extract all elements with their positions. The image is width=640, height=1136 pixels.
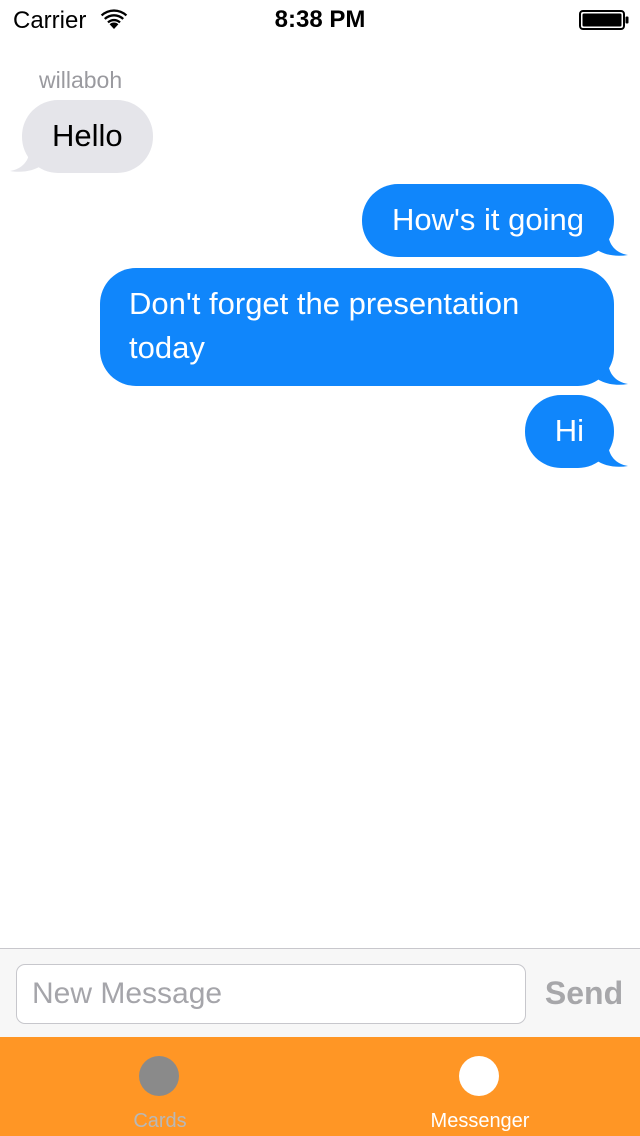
- message-bubble-outgoing[interactable]: How's it going: [361, 184, 628, 257]
- tab-label: Messenger: [430, 1110, 530, 1132]
- bubble-body: Hello: [22, 100, 153, 173]
- message-text: How's it going: [391, 202, 584, 237]
- bubble-body: Don't forget the presentation today: [100, 268, 614, 386]
- battery-icon: [579, 10, 629, 30]
- message-text: Hello: [52, 118, 123, 153]
- message-bubble-outgoing[interactable]: Hi: [524, 395, 628, 468]
- message-composer: Send: [0, 948, 640, 1037]
- circle-icon: [139, 1056, 179, 1096]
- sender-name: willaboh: [39, 67, 123, 93]
- circle-icon: [459, 1056, 499, 1096]
- message-text: Don't forget the presentation today: [129, 286, 520, 365]
- bubble-body: Hi: [524, 395, 614, 468]
- message-input[interactable]: [16, 964, 526, 1024]
- tab-cards[interactable]: Cards: [0, 1037, 320, 1136]
- message-bubble-outgoing[interactable]: Don't forget the presentation today: [100, 268, 628, 386]
- tab-bar: Cards Messenger: [0, 1037, 640, 1136]
- status-bar: Carrier 8:38 PM: [0, 0, 640, 40]
- send-button[interactable]: Send: [536, 967, 632, 1019]
- message-text: Hi: [554, 413, 584, 448]
- message-bubble-incoming[interactable]: Hello: [10, 100, 153, 173]
- tab-messenger[interactable]: Messenger: [320, 1037, 640, 1136]
- tab-label: Cards: [133, 1110, 187, 1132]
- bubble-body: How's it going: [361, 184, 614, 257]
- clock: 8:38 PM: [274, 6, 366, 33]
